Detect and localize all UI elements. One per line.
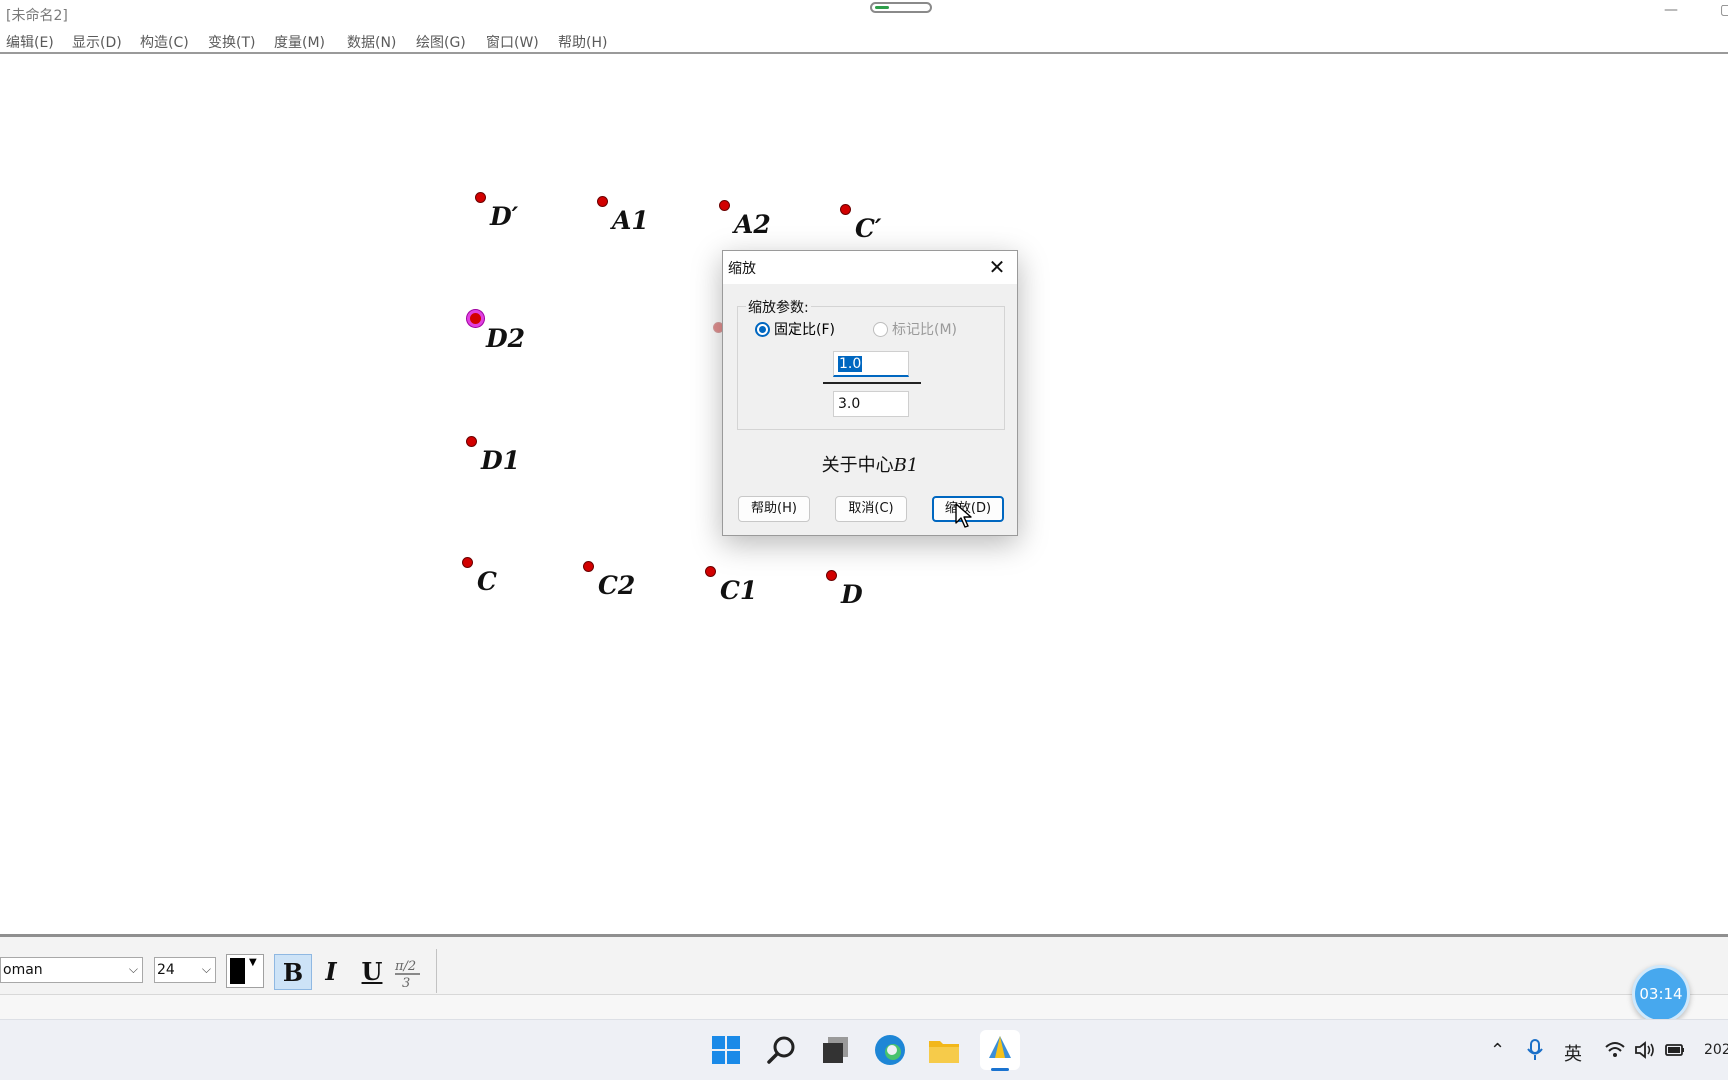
task-view-icon[interactable] xyxy=(814,1028,858,1072)
status-strip xyxy=(0,995,1728,1019)
italic-button[interactable]: I xyxy=(312,954,350,990)
close-icon[interactable]: ✕ xyxy=(985,255,1009,279)
font-name-value: oman xyxy=(3,962,43,978)
microphone-icon[interactable] xyxy=(1526,1038,1544,1062)
mouse-cursor-icon xyxy=(955,503,972,528)
label-c1[interactable]: C1 xyxy=(720,576,757,605)
math-format-icon[interactable]: π/2 3 xyxy=(392,955,424,989)
point-c1[interactable] xyxy=(705,566,716,577)
label-d-prime[interactable]: D′ xyxy=(490,202,518,231)
file-explorer-icon[interactable] xyxy=(922,1028,966,1072)
fixed-ratio-label: 固定比(F) xyxy=(774,322,835,338)
params-group-label: 缩放参数: xyxy=(746,297,811,317)
label-d[interactable]: D xyxy=(841,580,863,609)
chevron-up-icon[interactable]: ⌃ xyxy=(1490,1040,1505,1061)
screen: [未命名2] — ▢ 编辑(E) 显示(D) 构造(C) 变换(T) 度量(M)… xyxy=(0,0,1728,1080)
fraction-bar xyxy=(823,382,921,384)
font-size-select[interactable]: 24 ⌵ xyxy=(154,957,216,983)
volume-icon[interactable] xyxy=(1634,1040,1656,1060)
label-a2[interactable]: A2 xyxy=(734,210,771,239)
label-d1[interactable]: D1 xyxy=(481,446,520,475)
text-color-button[interactable]: ▼ xyxy=(226,954,264,988)
system-clock[interactable]: 202 xyxy=(1704,1042,1728,1058)
point-d-prime[interactable] xyxy=(475,192,486,203)
fixed-ratio-radio[interactable]: 固定比(F) xyxy=(755,319,835,339)
center-description: 关于中心B1 xyxy=(723,451,1017,477)
snap-handle[interactable] xyxy=(870,2,932,13)
label-a1[interactable]: A1 xyxy=(612,206,649,235)
toolbar-divider xyxy=(436,949,437,993)
dialog-title: 缩放 xyxy=(728,261,756,277)
menu-help[interactable]: 帮助(H) xyxy=(558,32,607,52)
geometry-app-icon[interactable] xyxy=(978,1028,1022,1072)
label-c[interactable]: C xyxy=(477,567,497,596)
chevron-down-icon: ⌵ xyxy=(201,962,211,976)
point-d2-selected[interactable] xyxy=(467,310,484,327)
maximize-button[interactable]: ▢ xyxy=(1720,2,1728,18)
point-a2[interactable] xyxy=(719,200,730,211)
menu-data[interactable]: 数据(N) xyxy=(347,32,396,52)
help-button[interactable]: 帮助(H) xyxy=(738,496,810,522)
minimize-button[interactable]: — xyxy=(1664,2,1678,18)
label-d2[interactable]: D2 xyxy=(486,324,525,353)
center-prefix: 关于中心 xyxy=(821,455,894,476)
numerator-input[interactable]: 1.0 xyxy=(833,351,909,377)
taskbar: ⌃ 英 202 xyxy=(0,1019,1728,1080)
window-title: [未命名2] xyxy=(6,8,68,24)
menu-window[interactable]: 窗口(W) xyxy=(486,32,539,52)
point-d1[interactable] xyxy=(466,436,477,447)
marked-ratio-label: 标记比(M) xyxy=(892,322,958,338)
menu-edit[interactable]: 编辑(E) xyxy=(6,32,54,52)
radio-selected-icon xyxy=(755,321,770,337)
chevron-down-icon: ⌵ xyxy=(128,962,138,976)
font-name-select[interactable]: oman ⌵ xyxy=(0,957,143,983)
numerator-value: 1.0 xyxy=(838,356,863,372)
recording-timer[interactable]: 03:14 xyxy=(1632,965,1690,1023)
color-swatch xyxy=(230,958,245,984)
point-c[interactable] xyxy=(462,557,473,568)
menu-transform[interactable]: 变换(T) xyxy=(208,32,255,52)
point-d[interactable] xyxy=(826,570,837,581)
radio-unselected-icon xyxy=(873,321,888,337)
text-format-toolbar: oman ⌵ 24 ⌵ ▼ B I U π/2 3 xyxy=(0,937,1728,995)
menu-display[interactable]: 显示(D) xyxy=(72,32,122,52)
menu-graph[interactable]: 绘图(G) xyxy=(416,32,466,52)
svg-text:3: 3 xyxy=(402,976,410,989)
dropdown-arrow-icon: ▼ xyxy=(249,957,257,968)
font-size-value: 24 xyxy=(157,962,175,978)
svg-text:π/2: π/2 xyxy=(394,959,416,974)
center-point: B1 xyxy=(893,455,919,476)
dilate-dialog: 缩放 ✕ 缩放参数: 固定比(F) 标记比(M) 1.0 3.0 关于中心B1 … xyxy=(722,250,1018,536)
menu-measure[interactable]: 度量(M) xyxy=(274,32,325,52)
denominator-input[interactable]: 3.0 xyxy=(833,391,909,417)
title-bar: [未命名2] — ▢ xyxy=(0,0,1728,28)
wifi-icon[interactable] xyxy=(1604,1040,1626,1060)
search-icon[interactable] xyxy=(760,1028,804,1072)
point-a1[interactable] xyxy=(597,196,608,207)
denominator-value: 3.0 xyxy=(838,396,861,412)
battery-icon[interactable] xyxy=(1664,1040,1686,1060)
label-c-prime[interactable]: C′ xyxy=(855,214,882,243)
windows-start-icon[interactable] xyxy=(704,1028,748,1072)
dialog-title-bar: 缩放 ✕ xyxy=(723,251,1017,284)
menu-construct[interactable]: 构造(C) xyxy=(140,32,189,52)
menu-bar: 编辑(E) 显示(D) 构造(C) 变换(T) 度量(M) 数据(N) 绘图(G… xyxy=(0,28,1728,54)
edge-browser-icon[interactable] xyxy=(868,1028,912,1072)
point-c2[interactable] xyxy=(583,561,594,572)
label-c2[interactable]: C2 xyxy=(598,571,635,600)
point-c-prime[interactable] xyxy=(840,204,851,215)
bold-button[interactable]: B xyxy=(274,954,312,990)
cancel-button[interactable]: 取消(C) xyxy=(835,496,907,522)
input-language-indicator[interactable]: 英 xyxy=(1564,1040,1582,1066)
underline-button[interactable]: U xyxy=(353,954,391,990)
marked-ratio-radio[interactable]: 标记比(M) xyxy=(873,319,957,339)
